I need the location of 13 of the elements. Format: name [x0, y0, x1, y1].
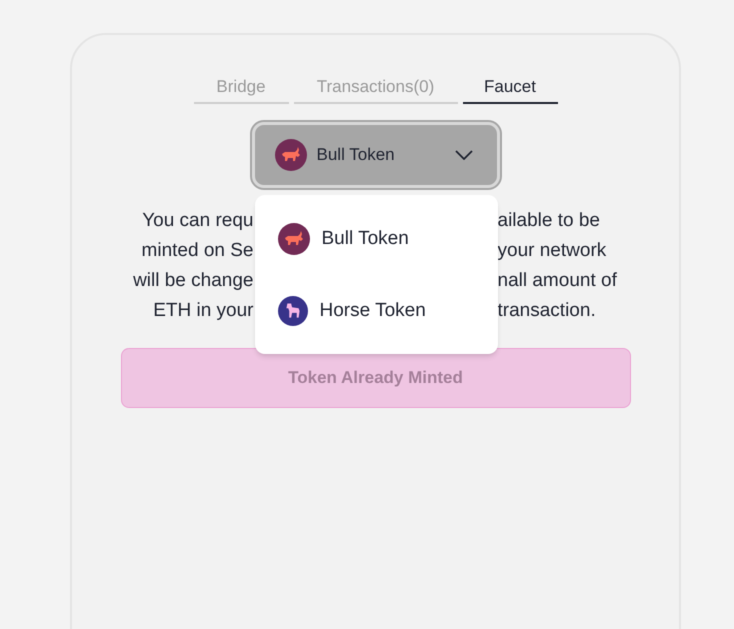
description-text: ailable to be	[498, 209, 600, 233]
tab[interactable]: Faucet	[462, 71, 558, 104]
menu-item[interactable]: Horse Token	[254, 296, 498, 326]
description-text: transaction.	[498, 299, 596, 323]
description-text: You can requ	[142, 209, 254, 233]
menu-item[interactable]: Bull Token	[254, 223, 498, 256]
description-text: ETH in your	[153, 299, 254, 323]
description-text: nall amount of	[498, 269, 617, 293]
description-text: your network	[498, 239, 606, 263]
description-text: minted on Se	[142, 239, 254, 263]
chevron-down-icon	[454, 150, 472, 160]
description-text: will be change	[133, 269, 254, 293]
token-select[interactable]: Bull Token	[252, 122, 500, 188]
